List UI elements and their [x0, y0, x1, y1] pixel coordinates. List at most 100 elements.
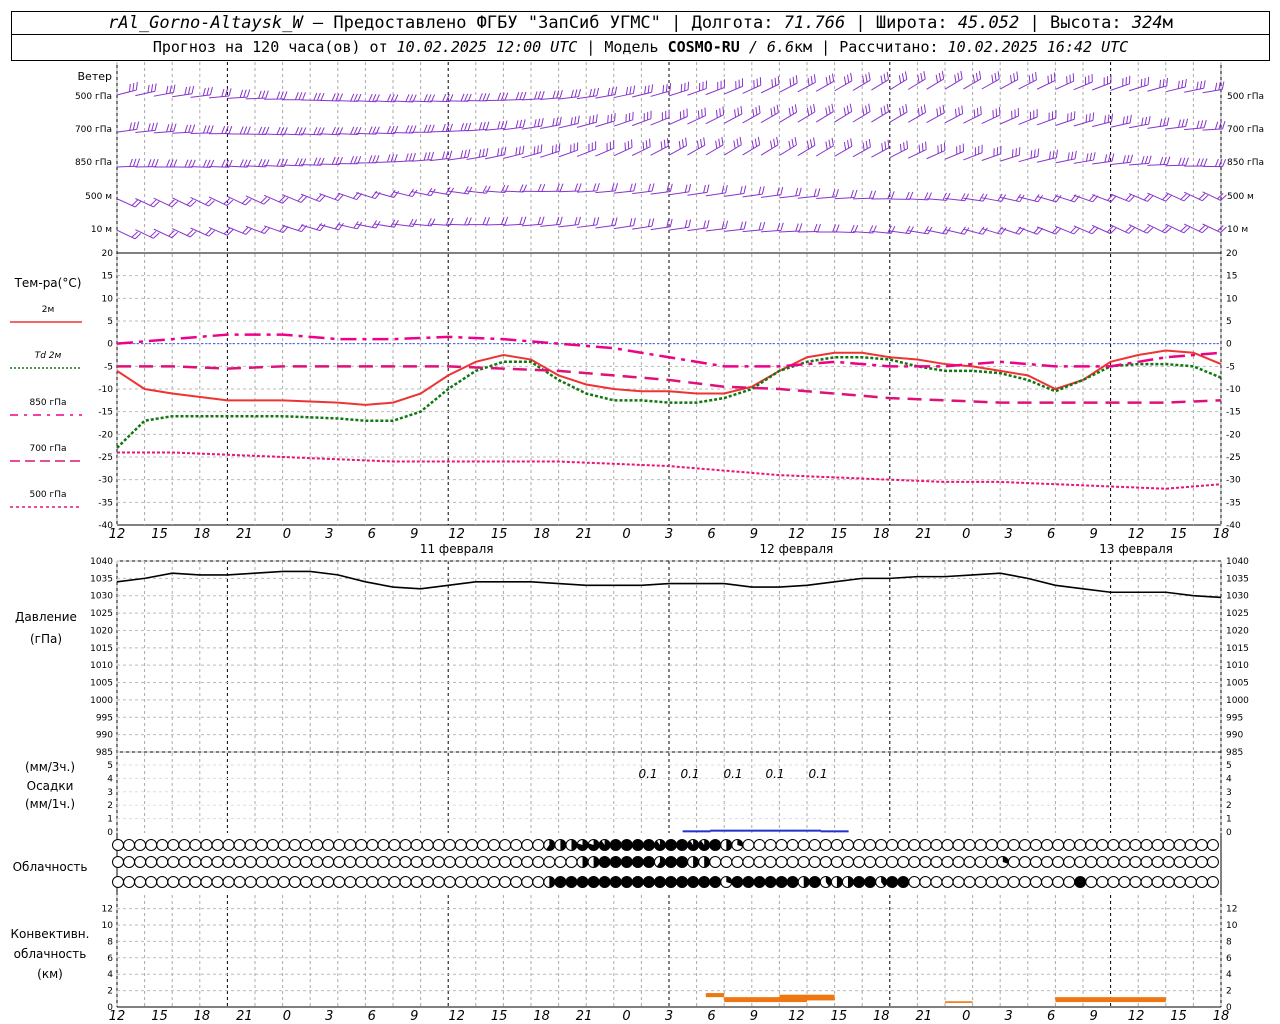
wind-barb-feather [1106, 226, 1114, 233]
wind-barb-feather [904, 71, 908, 80]
wind-barb-feather [798, 223, 803, 232]
wind-barb-feather [795, 188, 799, 197]
cloud-cover-icon [1018, 839, 1031, 851]
cloud-cover-icon [742, 839, 755, 851]
wind-barb-feather [647, 218, 651, 227]
wind-barb-feather [703, 137, 706, 146]
wind-barb-feather [202, 159, 207, 168]
wind-barb [374, 161, 395, 163]
cloud-cover-icon [233, 856, 246, 868]
wind-barb-feather [331, 126, 336, 135]
wind-barb-feather [577, 216, 581, 225]
wind-barb [705, 144, 724, 156]
cloud-cover-fill [726, 839, 732, 851]
cloud-cover-icon [963, 876, 976, 888]
cloud-cover-icon [211, 876, 224, 888]
cloud-cover-fill [632, 876, 644, 888]
wind-barb [963, 78, 981, 90]
cloud-cover-icon [499, 839, 512, 851]
wind-barb-feather [954, 108, 957, 117]
precip-tick-left: 0 [107, 828, 113, 838]
cloud-cover-icon [277, 876, 290, 888]
cloud-cover-icon [288, 839, 301, 851]
wind-barb-feather [868, 72, 871, 81]
wind-barb-feather [611, 87, 614, 96]
wind-barb-feather [265, 126, 270, 135]
wind-barb [1091, 224, 1111, 235]
wind-barb-feather [1104, 115, 1107, 124]
wind-barb [999, 79, 1019, 90]
wind-barb-feather [791, 138, 794, 147]
wind-barb-feather [809, 105, 813, 114]
cloud-cover-fill [632, 856, 644, 868]
wind-barb-feather [1092, 112, 1095, 121]
wind-barb-feather [788, 107, 791, 116]
wind-barb [576, 95, 597, 100]
wind-barb-feather [276, 158, 281, 167]
cloud-cover-icon [1162, 839, 1175, 851]
series [112, 333, 1222, 1003]
wind-barb-feather [865, 140, 868, 149]
wind-barb-feather [478, 122, 483, 131]
cloud-cover-icon [510, 839, 523, 851]
wind-barb-feather [153, 201, 160, 208]
cloud-cover-icon [853, 839, 866, 851]
cloud-cover-icon [333, 839, 346, 851]
wind-barb-feather [1122, 155, 1126, 164]
wind-barb-feather [294, 158, 300, 166]
wind-barb-feather [1148, 116, 1151, 125]
cloud-cover-icon [532, 876, 545, 888]
wind-barb-feather [169, 85, 172, 94]
wind-barb-feather [704, 107, 706, 116]
time-label-bottom: 12 [448, 1009, 465, 1024]
time-label-top: 21 [915, 527, 932, 542]
wind-barb [116, 89, 137, 96]
wind-barb [742, 193, 763, 198]
cloud-cover-icon [333, 856, 346, 868]
wind-barb-feather [131, 231, 138, 238]
wind-barb-feather [260, 196, 267, 204]
wind-barb-feather [595, 114, 598, 123]
cloud-cover-icon [974, 856, 987, 868]
wind-barb-feather [610, 114, 613, 123]
wind-barb-feather [540, 144, 543, 153]
cloud-cover-icon [886, 839, 899, 851]
wind-barb-feather [154, 122, 158, 131]
wind-barb-feather [519, 216, 523, 225]
cloud-cover-icon [963, 839, 976, 851]
time-label-bottom: 15 [1170, 1009, 1187, 1024]
wind-barb [852, 197, 874, 200]
wind-barb-feather [1011, 149, 1014, 158]
time-label-bottom: 18 [194, 1009, 211, 1024]
wind-barb-feather [1196, 81, 1199, 90]
wind-barb-feather [522, 145, 525, 154]
wind-barb [1147, 124, 1168, 129]
cloud-cover-icon [1151, 856, 1164, 868]
wind-barb-feather [921, 143, 924, 152]
cloud-cover-fill [731, 876, 743, 888]
pressure-tick-right: 1025 [1226, 609, 1249, 619]
wind-barb [1036, 226, 1056, 235]
wind-barb-feather [825, 107, 828, 116]
wind-barb-feather [500, 147, 503, 156]
wind-barb [1110, 83, 1130, 91]
time-label-top: 3 [665, 527, 673, 542]
wind-barb-feather [202, 87, 206, 96]
wind-barb-feather [1091, 227, 1099, 235]
precip-bar [737, 829, 766, 832]
wind-barb [282, 194, 302, 203]
cloud-cover-icon [941, 876, 954, 888]
wind-barb [723, 144, 742, 156]
wind-barb-feather [1070, 151, 1074, 160]
wind-barb-feather [522, 91, 527, 100]
wind-barb [1147, 192, 1166, 202]
time-label-bottom: 6 [1047, 1009, 1055, 1024]
wind-barb-feather [847, 140, 850, 149]
cloud-cover-fill [582, 856, 589, 868]
precip-annotation: 0.1 [723, 767, 742, 781]
wind-barb-feather [890, 191, 895, 199]
wind-barb-feather [1147, 195, 1154, 202]
wind-barb-feather [537, 91, 542, 100]
cloud-cover-icon [1118, 856, 1131, 868]
wind-barb-feather [551, 145, 554, 154]
